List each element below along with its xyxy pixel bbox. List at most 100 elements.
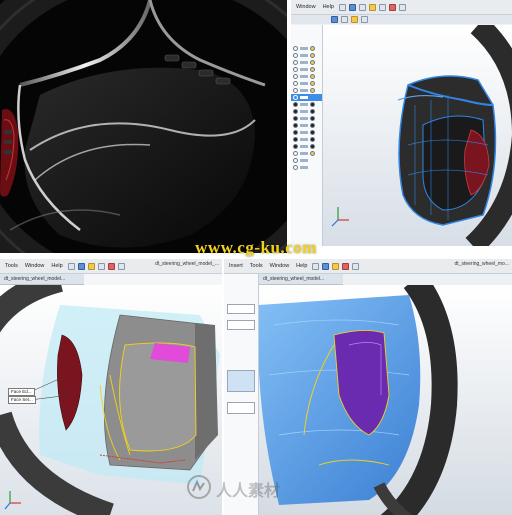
menu-bar: Tools Window Help dt_steering_wheel_mode…: [0, 259, 222, 274]
feature-icon: [310, 46, 315, 51]
save-icon[interactable]: [348, 3, 356, 11]
tree-item[interactable]: [291, 150, 322, 157]
display-style-icon[interactable]: [351, 16, 358, 23]
new-doc-icon[interactable]: [67, 262, 75, 270]
watermark-logo-icon: [187, 475, 211, 499]
feature-icon: [293, 123, 298, 128]
render-panel: [0, 0, 287, 253]
feature-tree: [291, 25, 323, 246]
cad-panel-top-right: Window Help: [291, 0, 512, 246]
tree-item[interactable]: [291, 87, 322, 94]
stop-icon[interactable]: [388, 3, 396, 11]
menu-insert[interactable]: Insert: [227, 263, 245, 269]
feature-icon: [293, 88, 298, 93]
stop-icon[interactable]: [342, 262, 350, 270]
new-doc-icon[interactable]: [338, 3, 346, 11]
document-title: dt_steering_wheel_model_...: [155, 261, 219, 267]
watermark-site-name: 人人素材: [216, 481, 281, 500]
menu-help[interactable]: Help: [321, 4, 336, 10]
tree-item[interactable]: [291, 101, 322, 108]
selection-box[interactable]: [227, 370, 255, 392]
tree-item-selected[interactable]: [291, 94, 322, 101]
menu-window[interactable]: Window: [294, 4, 318, 10]
feature-icon: [293, 81, 298, 86]
property-field[interactable]: [227, 320, 255, 330]
menu-tools[interactable]: Tools: [248, 263, 265, 269]
rebuild-icon[interactable]: [332, 262, 340, 270]
document-tab[interactable]: dt_steering_wheel_model...: [259, 274, 343, 285]
rebuild-icon[interactable]: [368, 3, 376, 11]
tree-item[interactable]: [291, 164, 322, 171]
feature-icon: [310, 144, 315, 149]
menu-bar: Window Help: [291, 0, 512, 15]
tree-item[interactable]: [291, 80, 322, 87]
tree-item[interactable]: [291, 45, 322, 52]
tree-item[interactable]: [291, 143, 322, 150]
document-tab-label: dt_steering_wheel_model...: [4, 276, 66, 282]
tree-item[interactable]: [291, 136, 322, 143]
tree-item[interactable]: [291, 122, 322, 129]
property-field[interactable]: [227, 304, 255, 314]
feature-icon: [310, 81, 315, 86]
tree-item[interactable]: [291, 129, 322, 136]
feature-icon: [293, 74, 298, 79]
tree-item[interactable]: [291, 115, 322, 122]
feature-icon: [293, 130, 298, 135]
feature-icon: [293, 158, 298, 163]
options-icon[interactable]: [97, 262, 105, 270]
tree-item[interactable]: [291, 157, 322, 164]
face-callout: Face Ed...: [8, 388, 35, 396]
rebuild-icon[interactable]: [87, 262, 95, 270]
steering-wheel-render: [0, 0, 287, 253]
viewport-3d[interactable]: [323, 25, 512, 246]
menu-help[interactable]: Help: [294, 263, 309, 269]
feature-icon: [310, 151, 315, 156]
face-callout: Face Set...: [8, 396, 36, 404]
document-tab[interactable]: dt_steering_wheel_model...: [0, 274, 84, 285]
feature-icon: [310, 123, 315, 128]
viewport-3d[interactable]: [259, 285, 512, 515]
feature-icon: [293, 95, 298, 100]
feature-icon: [310, 88, 315, 93]
feature-icon: [293, 46, 298, 51]
feature-icon: [293, 137, 298, 142]
stop-icon[interactable]: [107, 262, 115, 270]
tree-item[interactable]: [291, 108, 322, 115]
document-title: dt_steering_wheel_mo...: [454, 261, 509, 267]
view-orient-icon[interactable]: [331, 16, 338, 23]
feature-icon: [293, 102, 298, 107]
feature-icon: [293, 109, 298, 114]
feature-icon: [293, 165, 298, 170]
select-icon[interactable]: [398, 3, 406, 11]
hub-block: [99, 314, 218, 471]
property-field[interactable]: [227, 402, 255, 414]
menu-window[interactable]: Window: [23, 263, 47, 269]
feature-icon: [293, 151, 298, 156]
select-icon[interactable]: [352, 262, 360, 270]
options-icon[interactable]: [378, 3, 386, 11]
feature-icon: [310, 109, 315, 114]
feature-icon: [310, 102, 315, 107]
tree-item[interactable]: [291, 66, 322, 73]
menu-help[interactable]: Help: [49, 263, 64, 269]
save-icon[interactable]: [322, 262, 330, 270]
menu-bar: Insert Tools Window Help dt_steering_whe…: [224, 259, 512, 274]
feature-icon: [310, 116, 315, 121]
tree-item[interactable]: [291, 59, 322, 66]
tree-item[interactable]: [291, 52, 322, 59]
feature-icon: [310, 74, 315, 79]
save-icon[interactable]: [77, 262, 85, 270]
print-icon[interactable]: [358, 3, 366, 11]
feature-icon: [293, 67, 298, 72]
select-icon[interactable]: [117, 262, 125, 270]
feature-icon: [310, 137, 315, 142]
zoom-fit-icon[interactable]: [341, 16, 348, 23]
wheel-hub-model: [397, 75, 497, 226]
section-view-icon[interactable]: [361, 16, 368, 23]
feature-icon: [310, 130, 315, 135]
tree-item[interactable]: [291, 73, 322, 80]
menu-window[interactable]: Window: [268, 263, 292, 269]
new-doc-icon[interactable]: [312, 262, 320, 270]
feature-icon: [310, 53, 315, 58]
menu-tools[interactable]: Tools: [3, 263, 20, 269]
